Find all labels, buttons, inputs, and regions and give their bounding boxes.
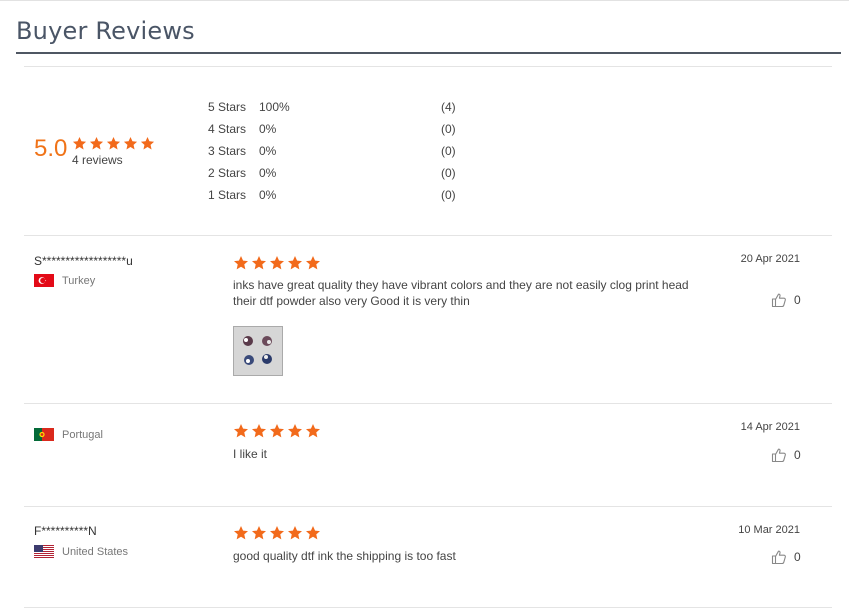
review-photo-thumbnail[interactable] [233, 326, 283, 376]
star-icon [288, 256, 302, 270]
star-icon [270, 256, 284, 270]
top-border [0, 0, 849, 1]
helpful-count: 0 [794, 550, 801, 564]
distribution-label: 3 Stars [208, 144, 247, 158]
review-stars [233, 255, 321, 271]
section-title: Buyer Reviews [16, 17, 195, 45]
star-icon [270, 526, 284, 540]
star-icon [72, 136, 87, 150]
distribution-percent: 0% [259, 166, 277, 180]
helpful-button[interactable]: 0 [771, 549, 801, 565]
country-name: Turkey [62, 274, 96, 287]
divider [24, 235, 832, 236]
distribution-percent: 0% [259, 122, 277, 136]
thumbs-up-icon [771, 293, 786, 308]
divider [24, 66, 832, 67]
thumbs-up-icon [771, 550, 786, 565]
star-icon [306, 526, 320, 540]
star-icon [140, 136, 155, 150]
star-icon [234, 526, 248, 540]
distribution-percent: 100% [259, 100, 290, 114]
distribution-count: (0) [441, 166, 456, 180]
helpful-count: 0 [794, 293, 801, 307]
star-icon [306, 424, 320, 438]
turkey-flag-icon [34, 274, 54, 287]
review-date: 20 Apr 2021 [740, 253, 800, 265]
distribution-count: (0) [441, 188, 456, 202]
helpful-button[interactable]: 0 [771, 447, 801, 463]
star-icon [288, 424, 302, 438]
distribution-count: (4) [441, 100, 456, 114]
distribution-count: (0) [441, 122, 456, 136]
distribution-label: 2 Stars [208, 166, 247, 180]
star-icon [288, 526, 302, 540]
average-score: 5.0 [34, 135, 68, 162]
review-date: 14 Apr 2021 [740, 421, 800, 433]
star-icon [306, 256, 320, 270]
helpful-button[interactable]: 0 [771, 292, 801, 308]
distribution-percent: 0% [259, 144, 277, 158]
title-underline [16, 52, 841, 54]
divider [24, 607, 832, 608]
review-stars [233, 525, 321, 541]
distribution-label: 5 Stars [208, 100, 247, 114]
review-text: I like it [233, 447, 268, 461]
distribution-percent: 0% [259, 188, 277, 202]
star-icon [270, 424, 284, 438]
star-icon [123, 136, 138, 150]
star-icon [252, 256, 266, 270]
distribution-count: (0) [441, 144, 456, 158]
reviewer-name: S******************u [34, 254, 133, 268]
portugal-flag-icon [34, 428, 54, 441]
star-icon [252, 526, 266, 540]
thumbs-up-icon [771, 448, 786, 463]
review-text: good quality dtf ink the shipping is too… [233, 549, 456, 563]
star-icon [234, 424, 248, 438]
country-name: Portugal [62, 428, 103, 441]
distribution-label: 4 Stars [208, 122, 247, 136]
review-count: 4 reviews [72, 153, 123, 167]
review-text: inks have great quality they have vibran… [233, 278, 689, 308]
distribution-label: 1 Stars [208, 188, 247, 202]
reviewer-country: United States [34, 545, 128, 558]
divider [24, 506, 832, 507]
divider [24, 403, 832, 404]
review-date: 10 Mar 2021 [738, 524, 800, 536]
star-icon [252, 424, 266, 438]
photo-image [234, 327, 282, 375]
star-icon [234, 256, 248, 270]
helpful-count: 0 [794, 448, 801, 462]
reviewer-country: Turkey [34, 274, 95, 287]
star-icon [89, 136, 104, 150]
us-flag-icon [34, 545, 54, 558]
reviewer-country: Portugal [34, 428, 103, 441]
review-stars [233, 423, 321, 439]
country-name: United States [62, 545, 129, 558]
summary-stars [72, 136, 155, 151]
reviewer-name: F**********N [34, 524, 97, 538]
star-icon [106, 136, 121, 150]
